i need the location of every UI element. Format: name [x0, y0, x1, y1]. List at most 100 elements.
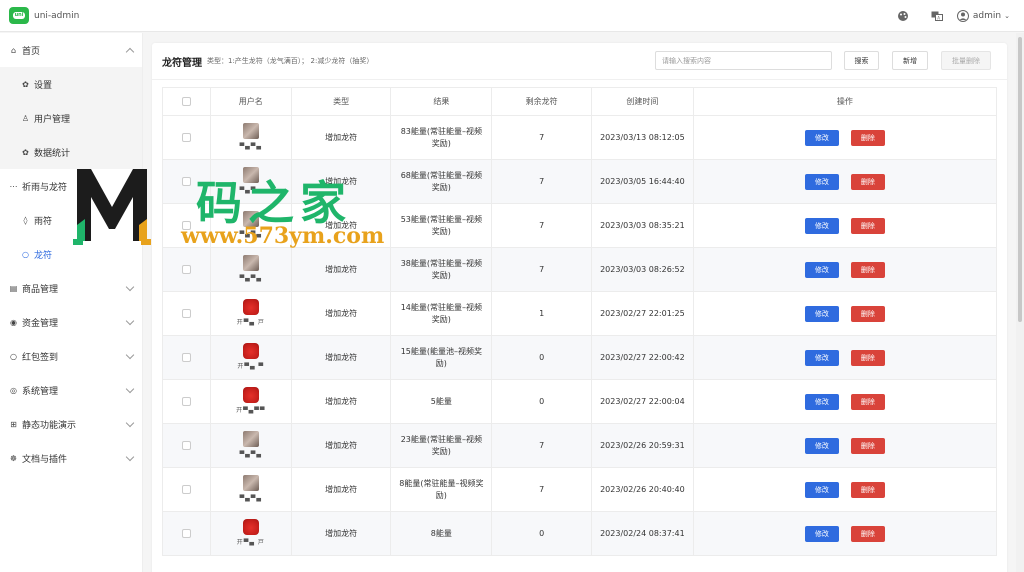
type-cell: 增加龙符 [292, 116, 392, 159]
delete-button[interactable]: 删除 [850, 525, 885, 542]
sidebar-item-label: 雨符 [34, 216, 53, 227]
edit-button[interactable]: 修改 [804, 525, 839, 542]
delete-button[interactable]: 删除 [850, 217, 885, 234]
sidebar-item-docs[interactable]: ☸ 文档与插件 [0, 441, 142, 475]
result-cell: 8能量(常驻能量–视频奖励) [399, 478, 484, 500]
search-button[interactable]: 搜索 [844, 51, 879, 70]
circle-icon: ○ [10, 351, 17, 361]
edit-button[interactable]: 修改 [804, 437, 839, 454]
row-checkbox[interactable] [181, 309, 191, 318]
remaining-cell: 7 [492, 160, 592, 203]
remaining-cell: 7 [492, 424, 592, 467]
sidebar-item-users[interactable]: ♙ 用户管理 [0, 101, 142, 135]
sidebar-item-label: 静态功能演示 [22, 420, 77, 431]
sidebar-item-home[interactable]: ⌂ 首页 [0, 33, 142, 67]
sidebar: ⌂ 首页 ✿ 设置 ♙ 用户管理 ✿ 数据统计 ⋯ 祈雨与龙符 ◊ 雨符 ○ 龙… [0, 33, 143, 572]
table-row: ▀▄▀▄ 增加龙符 23能量(常驻能量–视频奖励) 7 2023/02/26 20:59… [163, 424, 996, 468]
delete-button[interactable]: 删除 [850, 261, 885, 278]
sidebar-item-static-demo[interactable]: ⊞ 静态功能演示 [0, 407, 142, 441]
edit-button[interactable]: 修改 [804, 393, 839, 410]
batch-delete-button[interactable]: 批量删除 [941, 51, 991, 70]
bug-icon: ☸ [9, 453, 18, 463]
result-cell: 8能量 [430, 528, 452, 538]
column-header-created: 创建时间 [592, 88, 694, 115]
delete-button[interactable]: 删除 [850, 305, 885, 322]
avatar [242, 122, 259, 139]
sidebar-item-label: 商品管理 [22, 284, 59, 295]
edit-button[interactable]: 修改 [804, 173, 839, 190]
row-checkbox[interactable] [181, 397, 191, 406]
row-checkbox[interactable] [181, 265, 191, 274]
delete-button[interactable]: 删除 [850, 481, 885, 498]
sidebar-item-settings[interactable]: ✿ 设置 [0, 67, 142, 101]
logo-text: uni [13, 12, 25, 19]
row-checkbox[interactable] [181, 529, 191, 538]
delete-button[interactable]: 删除 [850, 173, 885, 190]
edit-button[interactable]: 修改 [804, 261, 839, 278]
user-circle-icon [956, 9, 969, 22]
sidebar-item-label: 数据统计 [34, 148, 71, 159]
sidebar-item-funds[interactable]: ◉ 资金管理 [0, 305, 142, 339]
page-title: 龙符管理 [162, 57, 202, 69]
username-cell: ▀▄▀▄ [239, 274, 263, 282]
username-cell: ▀▄▀▄ [239, 494, 263, 502]
type-cell: 增加龙符 [292, 336, 392, 379]
select-all-checkbox[interactable] [181, 97, 191, 106]
sidebar-item-redpacket[interactable]: ○ 红包签到 [0, 339, 142, 373]
chevron-down-icon [125, 282, 135, 292]
page-scrollbar[interactable] [1016, 33, 1024, 572]
remaining-cell: 0 [492, 336, 592, 379]
palette-icon[interactable] [897, 10, 909, 22]
row-checkbox[interactable] [181, 353, 191, 362]
delete-button[interactable]: 删除 [850, 129, 885, 146]
scrollbar-thumb[interactable] [1018, 37, 1022, 322]
result-cell: 38能量(常驻能量–视频奖励) [400, 258, 482, 280]
username-cell: ▀▄▀▄ [239, 142, 263, 150]
table-row: 开▀▄ 戸 增加龙符 8能量 0 2023/02/24 08:37:41 修改 删除 [163, 512, 996, 556]
user-menu[interactable]: admin ⌄ [956, 9, 1010, 22]
add-button[interactable]: 新增 [892, 51, 928, 70]
result-cell: 5能量 [430, 396, 452, 406]
sidebar-item-products[interactable]: ▤ 商品管理 [0, 271, 142, 305]
edit-button[interactable]: 修改 [804, 217, 839, 234]
sidebar-item-label: 红包签到 [22, 352, 59, 363]
delete-button[interactable]: 删除 [850, 349, 885, 366]
sidebar-item-label: 用户管理 [34, 114, 71, 125]
watermark: 码之家 www.573ym.com [71, 159, 431, 259]
chevron-down-icon [125, 452, 135, 462]
result-cell: 23能量(常驻能量–视频奖励) [400, 434, 482, 456]
eye-icon: ◉ [10, 317, 17, 327]
search-input[interactable] [655, 51, 832, 70]
svg-text:A: A [937, 15, 940, 20]
type-cell: 增加龙符 [292, 512, 392, 555]
sidebar-item-label: 设置 [34, 80, 53, 91]
chevron-down-icon: ⌄ [1004, 11, 1010, 20]
type-cell: 增加龙符 [292, 468, 392, 511]
created-time-cell: 2023/03/13 08:12:05 [592, 116, 694, 159]
app-logo[interactable]: uni [9, 7, 29, 24]
username-cell: 开▀▄▀▀ [236, 406, 266, 414]
row-checkbox[interactable] [181, 133, 191, 142]
created-time-cell: 2023/02/24 08:37:41 [592, 512, 694, 555]
created-time-cell: 2023/02/27 22:00:42 [592, 336, 694, 379]
sidebar-item-system[interactable]: ◎ 系统管理 [0, 373, 142, 407]
edit-button[interactable]: 修改 [804, 305, 839, 322]
sidebar-item-label: 系统管理 [22, 386, 59, 397]
gear-icon: ✿ [22, 147, 29, 157]
column-header-username: 用户名 [211, 88, 292, 115]
translate-icon[interactable]: A [931, 10, 943, 22]
column-header-actions: 操作 [836, 96, 853, 106]
row-checkbox[interactable] [181, 485, 191, 494]
row-checkbox[interactable] [181, 441, 191, 450]
edit-button[interactable]: 修改 [804, 129, 839, 146]
created-time-cell: 2023/02/26 20:40:40 [592, 468, 694, 511]
remaining-cell: 0 [492, 512, 592, 555]
type-cell: 增加龙符 [292, 292, 392, 335]
delete-button[interactable]: 删除 [850, 437, 885, 454]
avatar [242, 474, 259, 491]
delete-button[interactable]: 删除 [850, 393, 885, 410]
edit-button[interactable]: 修改 [804, 481, 839, 498]
grid-icon: ▤ [9, 283, 18, 293]
table-row: 开▀▄ 戸 增加龙符 14能量(常驻能量–视频奖励) 1 2023/02/27 22:0… [163, 292, 996, 336]
edit-button[interactable]: 修改 [804, 349, 839, 366]
